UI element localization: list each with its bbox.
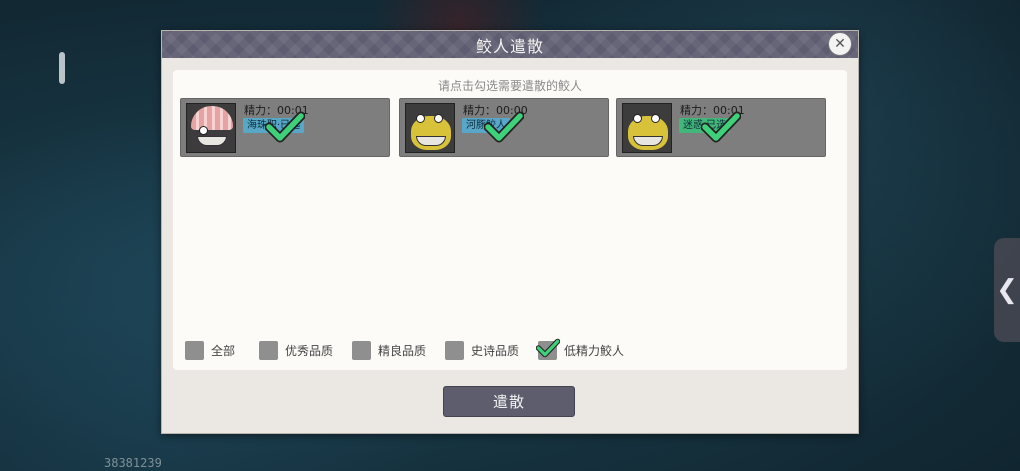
dialog-title: 鲛人遣散 xyxy=(475,36,544,56)
checkbox-checked[interactable] xyxy=(536,338,560,360)
filter-label: 精良品质 xyxy=(378,344,427,358)
filter-label: 全部 xyxy=(211,344,236,358)
checkbox[interactable] xyxy=(259,341,278,360)
checkmark-icon xyxy=(484,111,524,143)
merfolk-card-2[interactable]: 精力：00:00 河豚鲛人 xyxy=(399,98,609,157)
checkmark-icon xyxy=(265,111,305,143)
close-button[interactable]: ✕ xyxy=(828,32,852,56)
merfolk-card-1[interactable]: 精力：00:01 海珠职·已选 xyxy=(180,98,390,157)
filter-label: 低精力鲛人 xyxy=(564,344,625,358)
player-id: 38381239 xyxy=(104,456,162,470)
filter-fine[interactable]: 精良品质 xyxy=(352,341,426,360)
merfolk-card-3[interactable]: 精力：00:01 迷惑·已选 xyxy=(616,98,826,157)
left-drawer-handle[interactable] xyxy=(59,52,65,84)
merfolk-portrait xyxy=(622,103,672,153)
selection-panel: 请点击勾选需要遣散的鲛人 精力：00:01 海珠职·已选 精力：00:00 河豚… xyxy=(173,70,847,370)
quality-filters: 全部 优秀品质 精良品质 史诗品质 低精力鲛人 xyxy=(185,338,835,363)
filter-epic[interactable]: 史诗品质 xyxy=(445,341,519,360)
dismiss-dialog: 鲛人遣散 ✕ 请点击勾选需要遣散的鲛人 精力：00:01 海珠职·已选 精力：0… xyxy=(161,30,859,434)
hint-text: 请点击勾选需要遣散的鲛人 xyxy=(437,79,582,93)
filter-low-energy[interactable]: 低精力鲛人 xyxy=(536,338,625,360)
checkbox[interactable] xyxy=(352,341,371,360)
filter-label: 优秀品质 xyxy=(285,344,334,358)
checkbox[interactable] xyxy=(185,341,204,360)
filter-label: 史诗品质 xyxy=(471,344,520,358)
checkmark-icon xyxy=(701,111,741,143)
chevron-left-icon: ❮ xyxy=(996,275,1018,305)
merfolk-portrait xyxy=(186,103,236,153)
dialog-header: 鲛人遣散 ✕ xyxy=(162,31,858,58)
side-expand-tab[interactable]: ❮ xyxy=(994,238,1020,342)
checkbox[interactable] xyxy=(445,341,464,360)
filter-all[interactable]: 全部 xyxy=(185,341,235,360)
filter-excellent[interactable]: 优秀品质 xyxy=(259,341,333,360)
close-icon: ✕ xyxy=(834,36,846,52)
checkmark-icon xyxy=(536,338,560,358)
dismiss-button[interactable]: 遣散 xyxy=(443,386,575,417)
merfolk-portrait xyxy=(405,103,455,153)
